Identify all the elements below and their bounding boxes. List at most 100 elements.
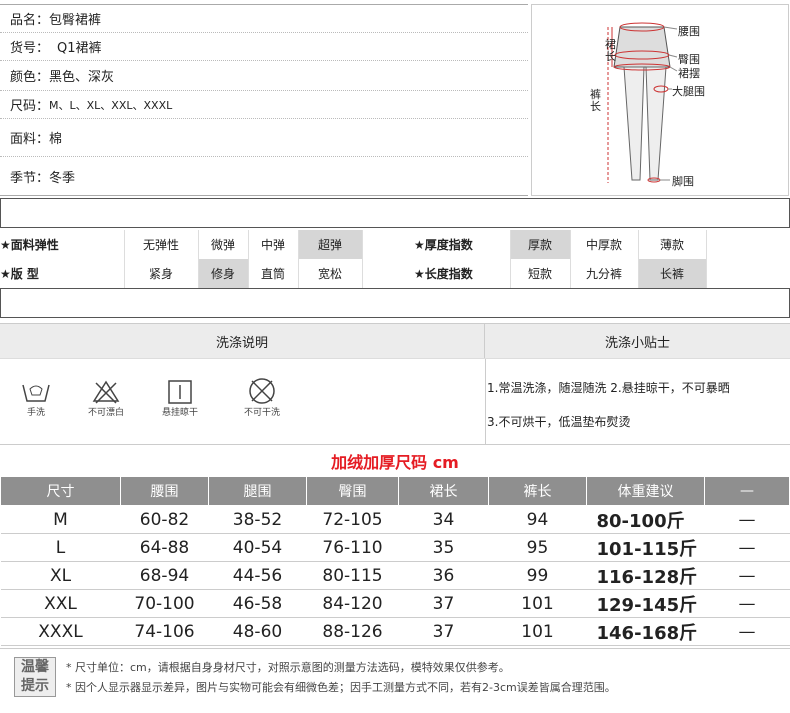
size-table-header: 尺寸 腰围 腿围 臀围 裙长 裤长 体重建议 —	[0, 476, 790, 506]
product-code-row: 货号： Q1裙裤	[0, 33, 528, 61]
product-color-row: 颜色： 黑色、深灰	[0, 61, 528, 91]
size-cell: 72-105	[306, 505, 399, 534]
product-info: 品名： 包臀裙裤 货号： Q1裙裤 颜色： 黑色、深灰 尺码： M、L、XL、X…	[0, 4, 528, 196]
product-fabric-row: 面料： 棉	[0, 119, 528, 157]
size-row: XXL 70-100 46-58 84-120 37 101 129-145斤 —	[0, 589, 790, 618]
size-cell: 46-58	[208, 589, 307, 618]
length-option-selected: 长裤	[638, 259, 707, 288]
size-cell: 60-82	[120, 505, 209, 534]
elasticity-option-selected: 超弹	[298, 230, 363, 259]
product-fabric-label: 面料：	[10, 132, 50, 147]
elasticity-option: 微弹	[198, 230, 249, 259]
hem-label: 裙摆	[678, 67, 700, 80]
header-cell: 体重建议	[586, 476, 705, 506]
no-bleach-icon	[92, 380, 120, 404]
size-cell: 74-106	[120, 617, 209, 646]
attribute-table: ★面料弹性 无弹性 微弹 中弹 超弹 ★厚度指数 厚款 中厚款 薄款 ★版 型 …	[0, 230, 790, 288]
attribute-row-1: ★面料弹性 无弹性 微弹 中弹 超弹 ★厚度指数 厚款 中厚款 薄款	[0, 230, 790, 259]
hang-dry: 悬挂晾干	[162, 379, 198, 418]
attribute-row-2: ★版 型 紧身 修身 直筒 宽松 ★长度指数 短款 九分裤 长裤	[0, 259, 790, 288]
spacer-box-bottom	[0, 288, 790, 318]
washing-tips-title: 洗涤小贴士	[604, 335, 670, 351]
size-cell: 88-126	[306, 617, 399, 646]
header-cell: 腰围	[120, 476, 209, 506]
length-option: 九分裤	[570, 259, 639, 288]
size-cell: 116-128斤	[586, 561, 705, 590]
size-cell: XL	[0, 561, 121, 590]
thickness-title: ★厚度指数	[414, 230, 511, 259]
size-table: 尺寸 腰围 腿围 臀围 裙长 裤长 体重建议 — M 60-82 38-52 72-1…	[0, 476, 790, 646]
product-season-label: 季节：	[10, 170, 50, 186]
washing-body: 手洗 不可漂白 悬挂晾干 不可干洗 1.常温洗涤，随湿随洗 2.悬挂晾干，不可暴…	[0, 359, 790, 445]
product-color: 黑色、深灰	[49, 70, 115, 85]
tips-line-1: * 尺寸单位：cm，请根据自身身材尺寸，对照示意图的测量方法选码，模特效果仅供参…	[66, 661, 510, 674]
size-cell: 44-56	[208, 561, 307, 590]
length-title: ★长度指数	[414, 259, 511, 288]
tips-box: 温馨 提示 * 尺寸单位：cm，请根据自身身材尺寸，对照示意图的测量方法选码，模…	[0, 648, 790, 706]
size-cell: L	[0, 533, 121, 562]
washing-instructions-title: 洗涤说明	[0, 324, 485, 358]
header-cell: —	[704, 476, 790, 506]
size-cell: —	[704, 561, 790, 590]
product-code-label: 货号：	[10, 41, 50, 56]
size-row: L 64-88 40-54 76-110 35 95 101-115斤 —	[0, 533, 790, 562]
hand-wash: 手洗	[20, 379, 52, 418]
product-size-row: 尺码： M、L、XL、XXL、XXXL	[0, 91, 528, 119]
size-cell: 101	[488, 589, 587, 618]
product-code: Q1裙裤	[57, 41, 102, 56]
header-cell: 臀围	[306, 476, 399, 506]
size-row: M 60-82 38-52 72-105 34 94 80-100斤 —	[0, 505, 790, 534]
fit-option: 直筒	[248, 259, 299, 288]
size-cell: —	[704, 617, 790, 646]
product-name-label: 品名：	[10, 13, 50, 28]
size-chart-title: 加绒加厚尺码 cm	[331, 453, 459, 472]
tips-badge-top: 温馨	[21, 659, 49, 675]
tips-line-2: * 因个人显示器显示差异，图片与实物可能会有细微色差；因手工测量方式不同，若有2…	[66, 681, 616, 694]
product-size-label: 尺码：	[10, 99, 50, 114]
washing-header: 洗涤说明 洗涤小贴士	[0, 323, 790, 359]
size-cell: 76-110	[306, 533, 399, 562]
thickness-option: 薄款	[638, 230, 707, 259]
size-cell: 37	[398, 589, 489, 618]
header-cell: 裙长	[398, 476, 489, 506]
size-cell: 80-100斤	[586, 505, 705, 534]
size-cell: —	[704, 505, 790, 534]
size-cell: 84-120	[306, 589, 399, 618]
hang-dry-label: 悬挂晾干	[162, 408, 199, 418]
size-cell: 146-168斤	[586, 617, 705, 646]
size-cell: 129-145斤	[586, 589, 705, 618]
ankle-label: 脚围	[672, 175, 694, 188]
hand-wash-label: 手洗	[26, 408, 45, 418]
size-cell: 34	[398, 505, 489, 534]
product-season-row: 季节： 冬季	[0, 157, 528, 195]
hang-dry-icon	[168, 380, 192, 404]
measurement-diagram: 腰围 臀围 裙摆 大腿围 脚围 裙长 裤长	[531, 4, 789, 196]
product-name: 包臀裙裤	[49, 13, 102, 28]
spacer-box-top	[0, 198, 790, 228]
fit-option: 紧身	[124, 259, 199, 288]
size-cell: 80-115	[306, 561, 399, 590]
header-cell: 腿围	[208, 476, 307, 506]
size-cell: 40-54	[208, 533, 307, 562]
product-fabric: 棉	[49, 132, 63, 147]
size-cell: —	[704, 589, 790, 618]
header-cell: 裤长	[488, 476, 587, 506]
no-tumble-dry-icon	[249, 378, 275, 404]
fit-title: ★版 型	[0, 259, 125, 288]
pants-diagram-icon	[607, 22, 678, 183]
size-cell: 99	[488, 561, 587, 590]
product-size: M、L、XL、XXL、XXXL	[49, 98, 173, 112]
size-cell: 36	[398, 561, 489, 590]
thigh-label: 大腿围	[672, 85, 705, 98]
size-cell: —	[704, 533, 790, 562]
fit-option-selected: 修身	[198, 259, 249, 288]
size-cell: 35	[398, 533, 489, 562]
length-option: 短款	[510, 259, 571, 288]
hand-wash-icon	[22, 384, 50, 402]
size-cell: M	[0, 505, 121, 534]
size-row: XL 68-94 44-56 80-115 36 99 116-128斤 —	[0, 561, 790, 590]
product-season: 冬季	[49, 170, 76, 186]
washing-tip-1: 1.常温洗涤，随湿随洗 2.悬挂晾干，不可暴晒	[487, 381, 730, 395]
size-cell: 95	[488, 533, 587, 562]
size-cell: 101-115斤	[586, 533, 705, 562]
